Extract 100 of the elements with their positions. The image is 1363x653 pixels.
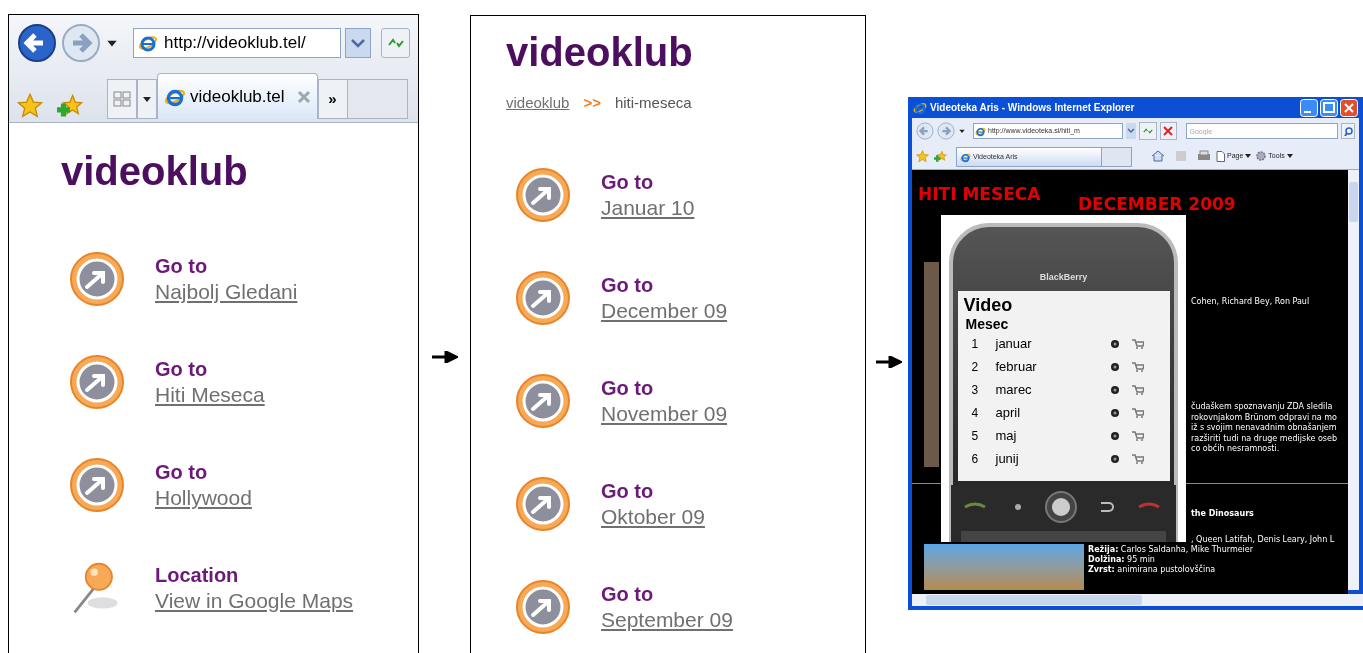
refresh-icon (1141, 125, 1154, 137)
cart-icon[interactable] (1131, 339, 1144, 349)
link-label: Go to (601, 478, 654, 504)
dot-icon[interactable] (1109, 454, 1120, 464)
link-label: Go to (155, 357, 208, 382)
back-button[interactable] (17, 23, 57, 63)
month-link[interactable]: marec (995, 380, 1106, 400)
arrow-circle-icon (515, 166, 571, 223)
page-link[interactable]: Hiti Meseca (155, 382, 265, 408)
arrow-circle-icon (69, 251, 125, 307)
maximize-button[interactable] (1320, 98, 1338, 117)
row-number: 5 (971, 428, 980, 445)
dot-icon[interactable] (1109, 431, 1120, 441)
close-button[interactable] (1340, 98, 1358, 117)
favorites-star-icon[interactable] (17, 93, 43, 119)
month-link[interactable]: januar (995, 334, 1106, 354)
dropdown-caret-icon[interactable] (958, 127, 966, 135)
month-link[interactable]: april (995, 403, 1106, 423)
dot-icon[interactable] (1109, 339, 1120, 349)
dot-icon[interactable] (1109, 408, 1120, 418)
cart-icon[interactable] (1131, 362, 1144, 372)
arrow-circle-icon (69, 354, 125, 410)
add-favorite-icon[interactable] (934, 149, 947, 163)
movie-title: the Dinosaurs (1191, 508, 1254, 520)
page-link[interactable]: Oktober 09 (601, 503, 705, 530)
gear-icon (1256, 151, 1267, 161)
home-icon[interactable] (1151, 150, 1165, 162)
month-link[interactable]: junij (995, 449, 1106, 469)
page-link[interactable]: Hollywood (155, 485, 252, 511)
close-icon[interactable] (296, 89, 311, 104)
page-subheading: DECEMBER 2009 (1078, 193, 1236, 216)
minimize-button[interactable] (1300, 98, 1318, 117)
page-link[interactable]: November 09 (601, 400, 728, 427)
refresh-button[interactable] (1138, 122, 1157, 140)
screen-title: Video (963, 294, 1014, 315)
search-icon (1343, 126, 1353, 136)
description-text: rokovnjakom Brünom odpravi na mo (1191, 412, 1338, 423)
description-text: iž s svojim nenavadnim obnašanjem (1191, 423, 1338, 433)
window-title: Videoteka Aris - Windows Internet Explorer (930, 101, 1135, 115)
row-number: 2 (971, 359, 980, 376)
row-number: 4 (971, 405, 980, 422)
link-label: Go to (601, 581, 654, 607)
tab-menu-caret-icon[interactable] (137, 79, 157, 119)
description-text: čudaškem spoznavanju ZDA sledila (1191, 402, 1334, 413)
movie-detail: Zvrst: animirana pustolovščina (1088, 565, 1217, 575)
month-link[interactable]: maj (995, 426, 1106, 446)
page-link[interactable]: December 09 (601, 297, 728, 324)
page-heading: HITI MESECA (918, 183, 1041, 206)
cart-icon[interactable] (1131, 454, 1144, 464)
stop-button[interactable] (1159, 122, 1178, 140)
row-number: 1 (971, 336, 980, 353)
dot-icon[interactable] (1109, 362, 1120, 372)
page-link[interactable]: Januar 10 (601, 194, 695, 221)
arrow-circle-icon (69, 457, 125, 513)
favorites-star-icon[interactable] (916, 149, 929, 163)
page-link[interactable]: September 09 (601, 606, 733, 633)
breadcrumb-current: hiti-meseca (614, 93, 692, 113)
dot-icon[interactable] (1109, 385, 1120, 395)
link-label: Go to (601, 375, 654, 401)
row-number: 3 (971, 382, 980, 399)
arrow-circle-icon (515, 475, 571, 532)
address-field[interactable]: http://videoklub.tel/ (133, 28, 341, 58)
browser-logo-icon (960, 151, 971, 163)
description-text: co obćih nesramnosti. (1191, 444, 1281, 455)
cart-icon[interactable] (1131, 408, 1144, 418)
month-link[interactable]: februar (995, 357, 1106, 377)
search-button[interactable] (1341, 123, 1355, 139)
browser-logo-icon (138, 33, 158, 53)
page-link[interactable]: Najbolj Gledani (155, 279, 298, 305)
screen-subtitle: Mesec (964, 314, 1010, 333)
cart-icon[interactable] (1131, 385, 1144, 395)
new-tab-button[interactable] (1102, 147, 1132, 167)
site-title: videoklub (506, 30, 693, 74)
brand-text: BlackBerry (1039, 271, 1088, 284)
refresh-button[interactable] (381, 28, 410, 58)
add-favorite-icon[interactable] (57, 93, 83, 119)
browser-tab[interactable]: videoklub.tel (157, 73, 318, 119)
link-label: Go to (155, 460, 208, 485)
link-label: Go to (601, 169, 654, 195)
location-label: Location (155, 563, 239, 588)
movie-detail: Dolžina: 95 min (1088, 555, 1156, 565)
address-dropdown-icon[interactable] (345, 28, 371, 58)
description-text: razširiti tudi na druge medijske oseb (1191, 433, 1338, 443)
link-label: Go to (601, 272, 654, 298)
page-link[interactable]: View in Google Maps (155, 588, 354, 614)
dropdown-caret-icon (1286, 154, 1293, 158)
cart-icon[interactable] (1131, 431, 1144, 441)
print-icon[interactable] (1197, 150, 1211, 162)
dropdown-caret-icon (1245, 154, 1252, 158)
site-title: videoklub (61, 149, 249, 193)
breadcrumb-link[interactable]: videoklub (506, 92, 570, 115)
browser-logo-icon (975, 125, 986, 137)
row-number: 6 (971, 451, 980, 468)
address-dropdown-icon[interactable] (1125, 123, 1136, 139)
arrow-icon (432, 351, 458, 363)
cast-text: Cohen, Richard Bey, Ron Paul (1191, 296, 1310, 308)
link-label: Go to (155, 254, 208, 279)
cast-text: , Queen Latifah, Denis Leary, John L (1191, 534, 1335, 545)
arrow-circle-icon (515, 578, 571, 635)
more-tabs-button[interactable]: » (317, 79, 348, 119)
